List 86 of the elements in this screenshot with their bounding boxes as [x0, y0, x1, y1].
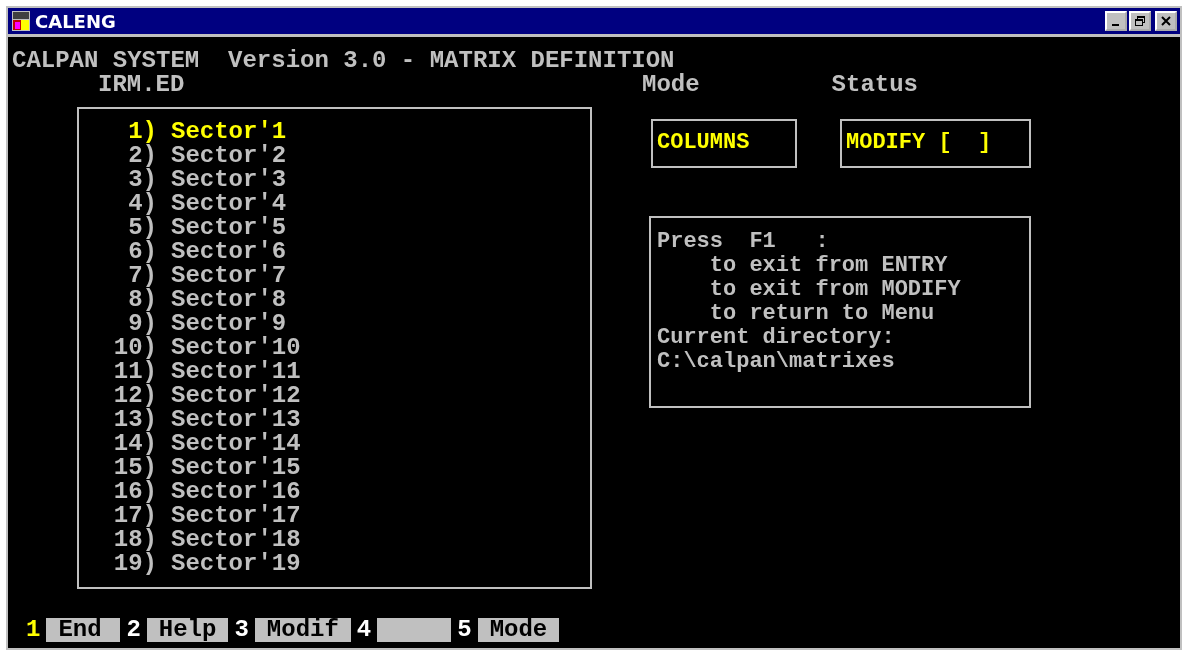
function-key-label[interactable]: Modif [254, 618, 351, 642]
item-number: 7) [127, 264, 157, 288]
item-label: Sector'2 [171, 144, 287, 168]
item-label: Sector'10 [171, 336, 301, 360]
sector-item[interactable]: 17) Sector'17 [79, 504, 590, 528]
item-number: 2) [127, 144, 157, 168]
help-line: to return to Menu [708, 302, 936, 326]
item-number: 1) [127, 120, 157, 144]
function-key-number: 5 [456, 618, 473, 642]
help-line: C:\calpan\matrixes [657, 350, 896, 374]
function-key-number: 3 [233, 618, 250, 642]
mode-label: Mode [642, 73, 700, 97]
sector-item[interactable]: 2) Sector'2 [79, 144, 590, 168]
header-line: CALPAN SYSTEM Version 3.0 - MATRIX DEFINITION [12, 49, 675, 73]
help-line: to exit from MODIFY [708, 278, 962, 302]
sector-item[interactable]: 14) Sector'14 [79, 432, 590, 456]
function-key-label[interactable]: End [46, 618, 121, 642]
item-number: 8) [127, 288, 157, 312]
item-label: Sector'19 [171, 552, 301, 576]
item-label: Sector'18 [171, 528, 301, 552]
item-number: 16) [112, 480, 157, 504]
help-line: to exit from ENTRY [708, 254, 949, 278]
item-number: 3) [127, 168, 157, 192]
function-key-label[interactable]: Help [146, 618, 229, 642]
status-label: Status [831, 73, 919, 97]
minimize-button[interactable] [1105, 11, 1127, 31]
close-icon [1160, 15, 1172, 27]
item-number: 10) [112, 336, 157, 360]
minimize-icon [1111, 24, 1119, 26]
item-number: 13) [112, 408, 157, 432]
item-number: 6) [127, 240, 157, 264]
sector-item[interactable]: 3) Sector'3 [79, 168, 590, 192]
item-label: Sector'12 [171, 384, 301, 408]
close-button[interactable] [1155, 11, 1177, 31]
function-key-number: 2 [125, 618, 142, 642]
function-key-number: 4 [355, 618, 373, 642]
sector-item[interactable]: 4) Sector'4 [79, 192, 590, 216]
item-label: Sector'5 [171, 216, 287, 240]
item-label: Sector'11 [171, 360, 301, 384]
item-label: Sector'8 [171, 288, 287, 312]
item-number: 5) [127, 216, 157, 240]
window-title: CALENG [35, 10, 116, 32]
item-label: Sector'7 [171, 264, 287, 288]
item-label: Sector'3 [171, 168, 287, 192]
sector-item[interactable]: 8) Sector'8 [79, 288, 590, 312]
sector-item[interactable]: 6) Sector'6 [79, 240, 590, 264]
item-label: Sector'16 [171, 480, 301, 504]
sector-item[interactable]: 7) Sector'7 [79, 264, 590, 288]
ms-dos-icon [11, 10, 31, 32]
item-label: Sector'9 [171, 312, 287, 336]
item-number: 12) [112, 384, 157, 408]
sector-item[interactable]: 10) Sector'10 [79, 336, 590, 360]
item-number: 4) [127, 192, 157, 216]
item-label: Sector'13 [171, 408, 301, 432]
restore-icon [1134, 15, 1146, 27]
status-value: MODIFY [ ] [840, 119, 1031, 168]
item-label: Sector'4 [171, 192, 287, 216]
item-label: Sector'17 [171, 504, 301, 528]
item-number: 14) [112, 432, 157, 456]
item-label: Sector'15 [171, 456, 301, 480]
function-key-label[interactable]: Mode [477, 618, 560, 642]
function-key-number: 1 [25, 618, 42, 642]
file-name: IRM.ED [98, 73, 185, 97]
sector-item[interactable]: 5) Sector'5 [79, 216, 590, 240]
item-label: Sector'1 [171, 120, 287, 144]
sector-item[interactable]: 9) Sector'9 [79, 312, 590, 336]
item-label: Sector'6 [171, 240, 287, 264]
help-line: Press F1 : [657, 230, 830, 254]
item-number: 18) [112, 528, 157, 552]
item-number: 9) [128, 312, 157, 336]
sector-item[interactable]: 18) Sector'18 [79, 528, 590, 552]
help-line: Current directory: [657, 326, 896, 350]
sector-item[interactable]: 1) Sector'1 [79, 120, 590, 144]
sector-item[interactable]: 11) Sector'11 [79, 360, 590, 384]
restore-button[interactable] [1129, 11, 1151, 31]
sector-item[interactable]: 19) Sector'19 [79, 552, 590, 576]
item-number: 15) [112, 456, 157, 480]
sector-item[interactable]: 12) Sector'12 [79, 384, 590, 408]
sector-item[interactable]: 16) Sector'16 [79, 480, 590, 504]
sector-item[interactable]: 13) Sector'13 [79, 408, 590, 432]
item-number: 19) [112, 552, 157, 576]
item-number: 17) [112, 504, 157, 528]
sector-item[interactable]: 15) Sector'15 [79, 456, 590, 480]
item-label: Sector'14 [171, 432, 301, 456]
mode-value: COLUMNS [651, 119, 797, 168]
item-number: 11) [112, 360, 157, 384]
